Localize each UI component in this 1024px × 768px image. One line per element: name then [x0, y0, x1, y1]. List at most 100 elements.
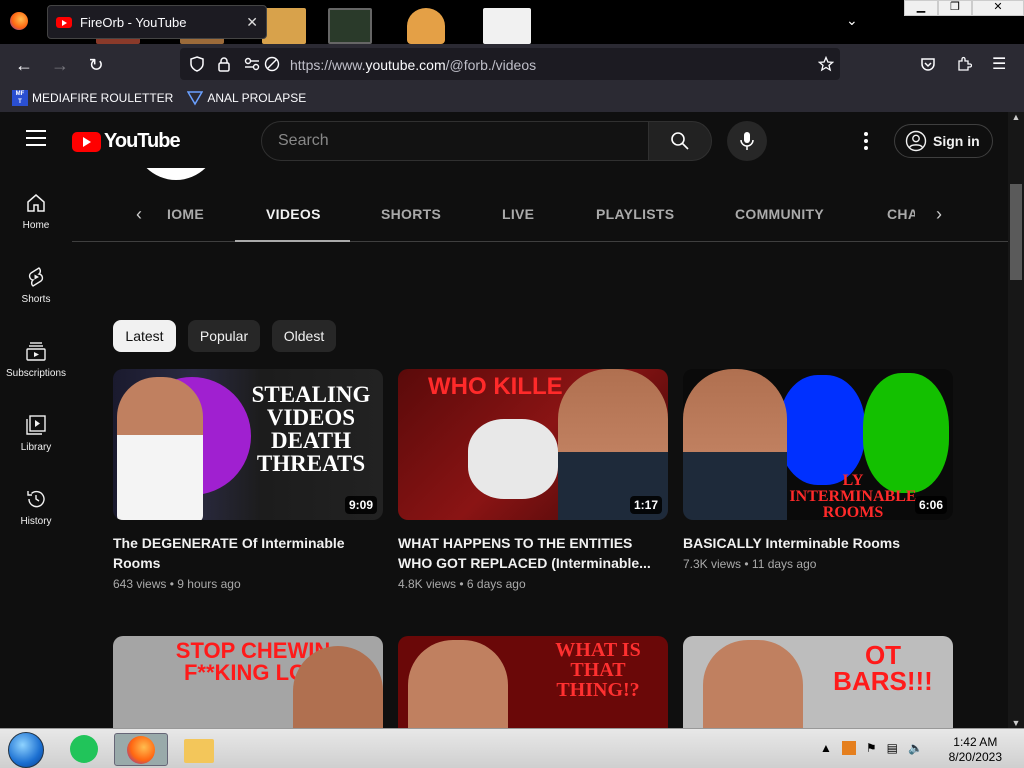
tab-list-chevron-icon[interactable]: ⌄ — [846, 12, 858, 29]
video-card[interactable]: STEALING VIDEOS DEATH THREATS 9:09 The D… — [113, 369, 383, 591]
url-text: https://www.youtube.com/@forb./videos — [290, 57, 536, 73]
tray-app-icon[interactable] — [841, 741, 856, 755]
active-tab-indicator — [235, 240, 350, 242]
start-button[interactable] — [8, 732, 44, 768]
shorts-icon — [28, 267, 44, 287]
autoplay-blocked-icon[interactable] — [264, 56, 280, 72]
browser-tab-active[interactable]: FireOrb - YouTube ✕ — [47, 5, 267, 39]
channel-avatar[interactable] — [134, 168, 218, 180]
tracking-shield-icon[interactable] — [189, 56, 205, 72]
library-icon — [26, 415, 46, 435]
address-bar[interactable]: https://www.youtube.com/@forb./videos — [180, 48, 840, 80]
thumbnail-entity — [468, 419, 558, 499]
tab-community[interactable]: COMMUNITY — [735, 186, 824, 242]
sidebar-item-history[interactable]: History — [0, 476, 72, 550]
bookmark-folder-icon — [187, 91, 204, 106]
video-thumbnail[interactable]: STOP CHEWIN F**KING LOU — [113, 636, 383, 728]
video-card[interactable]: OT BARS!!! — [683, 636, 953, 728]
chip-latest[interactable]: Latest — [113, 320, 176, 352]
minimize-button[interactable]: ▁ — [904, 0, 938, 16]
url-path: /@forb./videos — [445, 57, 537, 73]
video-thumbnail[interactable]: WHAT IS THAT THING!? — [398, 636, 668, 728]
video-title[interactable]: WHAT HAPPENS TO THE ENTITIES WHO GOT REP… — [398, 533, 668, 573]
search-input[interactable] — [262, 122, 648, 160]
taskbar-app-firefox[interactable] — [114, 733, 168, 766]
upload-age: 6 days ago — [466, 577, 526, 591]
lock-icon[interactable] — [217, 56, 231, 72]
notes-app-icon — [70, 735, 98, 763]
page-scrollbar[interactable]: ▲ ▼ — [1008, 112, 1024, 728]
taskbar-app-explorer[interactable] — [172, 733, 226, 766]
sidebar-item-label: History — [20, 516, 52, 527]
voice-search-button[interactable] — [727, 121, 767, 161]
sidebar-item-label: Library — [20, 442, 52, 453]
video-card[interactable]: WHO KILLE 1:17 WHAT HAPPENS TO THE ENTIT… — [398, 369, 668, 591]
tab-channels[interactable]: CHA — [887, 186, 915, 242]
search-button[interactable] — [648, 121, 712, 161]
thumbnail-caption: LY INTERMINABLE ROOMS — [789, 472, 917, 521]
extensions-icon[interactable] — [956, 56, 972, 72]
thumbnail-person — [683, 369, 787, 520]
video-card[interactable]: WHAT IS THAT THING!? — [398, 636, 668, 728]
upload-age: 11 days ago — [751, 557, 817, 571]
chip-oldest[interactable]: Oldest — [272, 320, 336, 352]
sidebar-item-subscriptions[interactable]: Subscriptions — [0, 328, 72, 402]
scrollbar-thumb[interactable] — [1010, 184, 1022, 280]
video-thumbnail[interactable]: STEALING VIDEOS DEATH THREATS 9:09 — [113, 369, 383, 520]
more-options-icon[interactable] — [864, 132, 868, 150]
bookmark-second[interactable]: ANAL PROLAPSE — [187, 90, 306, 106]
tab-playlists[interactable]: PLAYLISTS — [596, 186, 674, 242]
firefox-icon[interactable] — [10, 12, 28, 30]
video-card[interactable]: LY INTERMINABLE ROOMS 6:06 BASICALLY Int… — [683, 369, 953, 571]
maximize-button[interactable]: ❐ — [938, 0, 972, 16]
video-thumbnail[interactable]: OT BARS!!! — [683, 636, 953, 728]
chip-popular[interactable]: Popular — [188, 320, 260, 352]
view-count: 7.3K views — [683, 557, 742, 571]
video-thumbnail[interactable]: WHO KILLE 1:17 — [398, 369, 668, 520]
bookmark-star-icon[interactable] — [818, 56, 834, 72]
youtube-logo[interactable]: YouTube — [72, 130, 181, 153]
action-center-flag-icon[interactable]: ⚑ — [866, 741, 877, 755]
video-card[interactable]: STOP CHEWIN F**KING LOU — [113, 636, 383, 728]
upload-age: 9 hours ago — [177, 577, 241, 591]
tab-shorts[interactable]: SHORTS — [381, 186, 441, 242]
close-window-button[interactable]: ✕ — [972, 0, 1024, 16]
duration-badge: 1:17 — [629, 496, 662, 514]
chevron-right-icon[interactable]: › — [936, 204, 942, 225]
tab-videos[interactable]: VIDEOS — [266, 186, 321, 242]
forward-arrow-icon[interactable]: → — [49, 54, 71, 76]
volume-icon[interactable]: 🔈 — [908, 741, 923, 755]
bookmarks-toolbar: MF T MEDIAFIRE ROULETTER ANAL PROLAPSE — [0, 84, 1024, 112]
thumbnail-caption: OT BARS!!! — [833, 640, 933, 696]
video-title[interactable]: BASICALLY Interminable Rooms — [683, 533, 953, 553]
taskbar-clock[interactable]: 1:42 AM 8/20/2023 — [949, 735, 1002, 765]
sidebar-item-home[interactable]: Home — [0, 180, 72, 254]
youtube-header: YouTube Sign in — [0, 112, 1008, 168]
chevron-left-icon[interactable]: ‹ — [136, 204, 142, 225]
hamburger-menu-icon[interactable]: ☰ — [992, 54, 1006, 74]
bookmark-mediafire-rouletter[interactable]: MF T MEDIAFIRE ROULETTER — [12, 90, 173, 106]
permissions-icon[interactable] — [244, 57, 260, 71]
tray-expand-icon[interactable]: ▲ — [820, 741, 832, 755]
video-thumbnail[interactable]: LY INTERMINABLE ROOMS 6:06 — [683, 369, 953, 520]
meta-separator: • — [744, 557, 749, 571]
java-window-thumbnail — [483, 8, 531, 44]
tab-live[interactable]: LIVE — [502, 186, 534, 242]
network-icon[interactable]: ▤ — [887, 741, 898, 755]
guide-menu-icon[interactable] — [26, 130, 46, 146]
pocket-icon[interactable] — [920, 56, 936, 72]
video-title[interactable]: The DEGENERATE Of Interminable Rooms — [113, 533, 383, 573]
scroll-up-arrow-icon[interactable]: ▲ — [1008, 112, 1024, 122]
bookmark-label: ANAL PROLAPSE — [207, 91, 307, 105]
scroll-down-arrow-icon[interactable]: ▼ — [1008, 718, 1024, 728]
reload-icon[interactable]: ↻ — [85, 54, 107, 76]
sidebar-item-library[interactable]: Library — [0, 402, 72, 476]
sidebar-item-shorts[interactable]: Shorts — [0, 254, 72, 328]
tab-home[interactable]: IOME — [167, 186, 204, 242]
tab-close-icon[interactable]: ✕ — [246, 14, 258, 31]
back-arrow-icon[interactable]: ← — [13, 54, 35, 76]
sign-in-button[interactable]: Sign in — [894, 124, 993, 158]
taskbar-app-notes[interactable] — [58, 733, 112, 766]
video-metadata: 4.8K views • 6 days ago — [398, 577, 668, 591]
youtube-favicon-icon — [56, 16, 72, 28]
